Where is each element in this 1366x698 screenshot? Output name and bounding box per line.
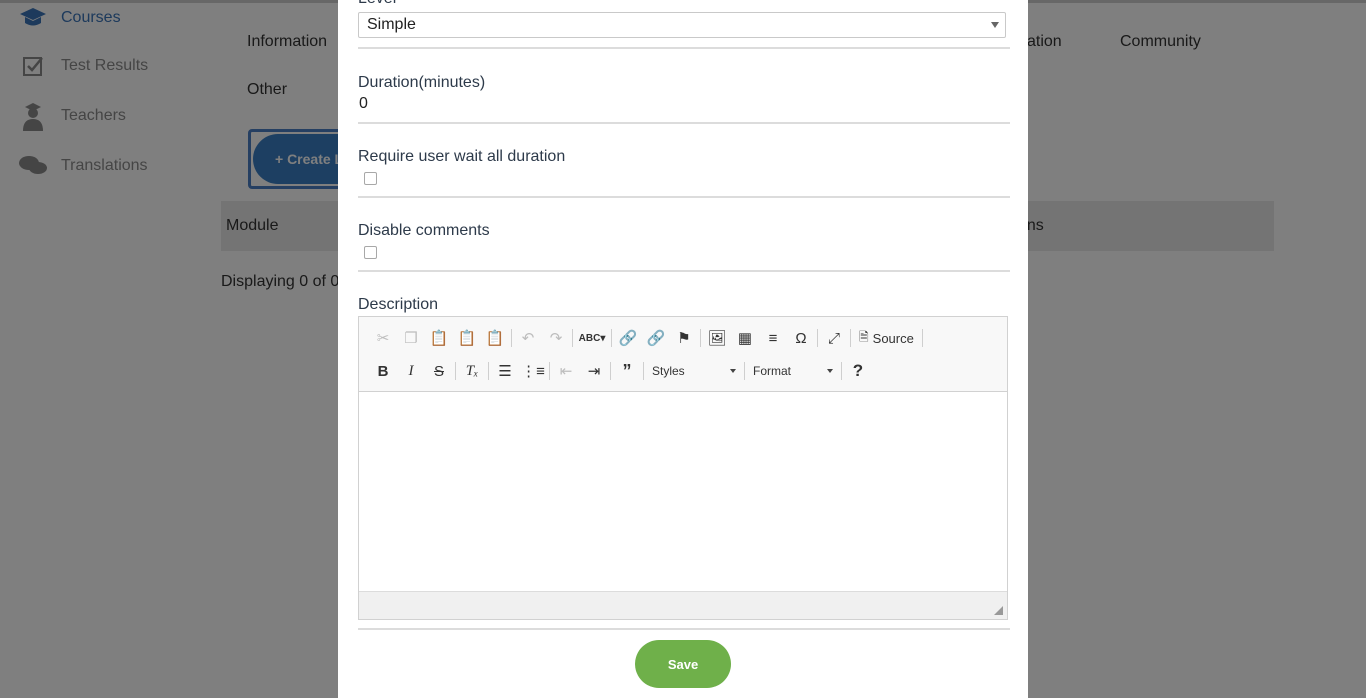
divider <box>358 196 1010 198</box>
chevron-down-icon <box>991 22 999 28</box>
italic-icon[interactable]: I <box>397 359 425 383</box>
special-char-omega-icon[interactable]: Ω <box>787 326 815 350</box>
duration-input[interactable]: 0 <box>359 95 368 113</box>
editor-content-area[interactable] <box>359 392 1007 592</box>
bulleted-list-icon[interactable]: ⋮≡ <box>519 359 547 383</box>
indent-icon[interactable]: ⇥ <box>580 359 608 383</box>
bold-icon[interactable]: B <box>369 359 397 383</box>
spellcheck-icon[interactable]: ABC▾ <box>575 326 609 350</box>
toolbar-separator <box>455 362 456 380</box>
unlink-icon[interactable]: 🔗 <box>642 326 670 350</box>
toolbar-separator <box>611 329 612 347</box>
strikethrough-icon[interactable]: S <box>425 359 453 383</box>
chevron-down-icon <box>730 369 736 373</box>
description-label: Description <box>358 296 439 313</box>
toolbar-separator <box>488 362 489 380</box>
blockquote-icon[interactable]: ” <box>613 359 641 383</box>
modal-dialog: Level Simple Duration(minutes) 0 Require… <box>338 0 1028 698</box>
divider <box>358 47 1010 49</box>
toolbar-separator <box>817 329 818 347</box>
level-label: Level <box>358 0 396 8</box>
image-icon[interactable]: 🖼 <box>703 326 731 350</box>
table-icon[interactable]: ▦ <box>731 326 759 350</box>
editor-toolbar: ✂ ❐ 📋 📋 📋 ↶ ↷ ABC▾ 🔗 🔗 ⚑ 🖼 ▦ ≡ Ω ⤢ 🗎 Sou… <box>359 317 1007 392</box>
paste-icon[interactable]: 📋 <box>425 326 453 350</box>
remove-format-icon[interactable]: Tₓ <box>458 359 486 383</box>
toolbar-separator <box>850 329 851 347</box>
divider <box>358 628 1010 630</box>
maximize-icon[interactable]: ⤢ <box>820 326 848 350</box>
wait-duration-label: Require user wait all duration <box>358 148 566 165</box>
paste-text-icon[interactable]: 📋 <box>453 326 481 350</box>
divider <box>358 270 1010 272</box>
toolbar-separator <box>511 329 512 347</box>
resize-handle-icon[interactable] <box>994 606 1003 615</box>
editor-status-bar <box>359 591 1007 619</box>
copy-icon[interactable]: ❐ <box>397 326 425 350</box>
toolbar-separator <box>643 362 644 380</box>
toolbar-separator <box>572 329 573 347</box>
format-dropdown-label: Format <box>753 364 792 378</box>
help-icon[interactable]: ? <box>844 359 872 383</box>
divider <box>358 122 1010 124</box>
paste-word-icon[interactable]: 📋 <box>481 326 509 350</box>
toolbar-separator <box>549 362 550 380</box>
source-doc-icon: 🗎 <box>859 329 869 344</box>
redo-icon[interactable]: ↷ <box>542 326 570 350</box>
styles-dropdown-label: Styles <box>652 364 685 378</box>
outdent-icon[interactable]: ⇤ <box>552 359 580 383</box>
anchor-flag-icon[interactable]: ⚑ <box>670 326 698 350</box>
rich-text-editor: ✂ ❐ 📋 📋 📋 ↶ ↷ ABC▾ 🔗 🔗 ⚑ 🖼 ▦ ≡ Ω ⤢ 🗎 Sou… <box>358 316 1008 620</box>
format-dropdown[interactable]: Format <box>747 359 839 383</box>
cut-icon[interactable]: ✂ <box>369 326 397 350</box>
disable-comments-checkbox[interactable] <box>364 246 377 259</box>
horizontal-line-icon[interactable]: ≡ <box>759 326 787 350</box>
undo-icon[interactable]: ↶ <box>514 326 542 350</box>
save-button[interactable]: Save <box>635 640 731 688</box>
styles-dropdown[interactable]: Styles <box>646 359 742 383</box>
source-button-label: Source <box>872 330 914 346</box>
toolbar-separator <box>700 329 701 347</box>
toolbar-separator <box>921 329 923 347</box>
level-select-value: Simple <box>367 16 416 33</box>
level-select[interactable]: Simple <box>358 12 1006 38</box>
toolbar-separator <box>841 362 842 380</box>
disable-comments-label: Disable comments <box>358 222 490 239</box>
link-icon[interactable]: 🔗 <box>614 326 642 350</box>
chevron-down-icon <box>827 369 833 373</box>
toolbar-separator <box>610 362 611 380</box>
numbered-list-icon[interactable]: ☰ <box>491 359 519 383</box>
duration-label: Duration(minutes) <box>358 74 486 91</box>
toolbar-separator <box>744 362 745 380</box>
wait-duration-checkbox[interactable] <box>364 172 377 185</box>
source-button[interactable]: 🗎 Source <box>853 326 920 350</box>
